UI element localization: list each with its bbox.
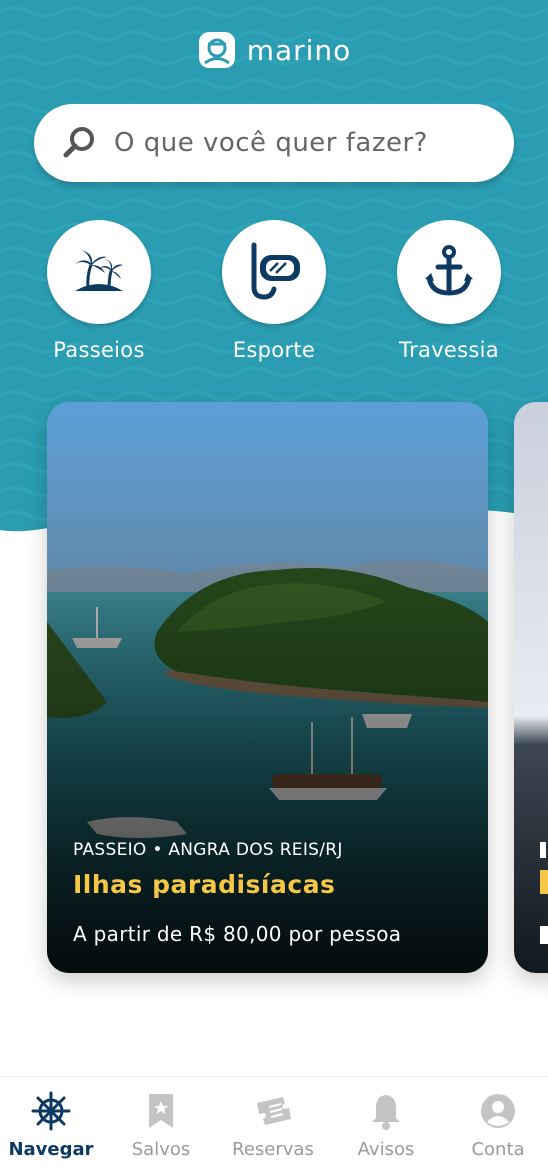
- ticket-icon: [257, 1097, 291, 1125]
- category-circle: [397, 220, 501, 324]
- tab-avisos[interactable]: Avisos: [331, 1091, 441, 1160]
- bookmark-icon: [149, 1094, 173, 1128]
- tour-kicker: PASSEIO • ANGRA DOS REIS/RJ: [73, 840, 343, 860]
- tab-conta[interactable]: Conta: [443, 1091, 548, 1160]
- tab-label: Navegar: [8, 1139, 94, 1160]
- category-esporte[interactable]: Esporte: [194, 220, 354, 362]
- tab-navegar[interactable]: Navegar: [0, 1091, 106, 1160]
- anchor-icon: [425, 245, 473, 296]
- category-circle: [47, 220, 151, 324]
- search-icon: [63, 127, 94, 158]
- tab-label: Conta: [471, 1139, 525, 1160]
- tour-title: Ilhas paradisíacas: [73, 870, 336, 899]
- tour-card-next[interactable]: [514, 402, 548, 973]
- tab-reservas[interactable]: Reservas: [218, 1091, 328, 1160]
- bottom-tab-bar: Navegar Salvos Reservas Avisos Conta: [0, 1076, 548, 1169]
- bell-icon: [372, 1095, 400, 1130]
- category-travessia[interactable]: Travessia: [369, 220, 529, 362]
- palm-island-icon: [74, 250, 123, 291]
- logo-text: marino: [246, 33, 352, 67]
- tab-label: Salvos: [131, 1139, 191, 1160]
- category-circle: [222, 220, 326, 324]
- tour-photo-next: [514, 402, 548, 973]
- tab-label: Reservas: [232, 1139, 314, 1160]
- tab-label: Avisos: [357, 1139, 415, 1160]
- search-bar[interactable]: O que você quer fazer?: [34, 104, 514, 182]
- search-placeholder: O que você quer fazer?: [114, 128, 428, 158]
- tab-salvos[interactable]: Salvos: [106, 1091, 216, 1160]
- app-logo: marino: [0, 30, 548, 70]
- category-label: Passeios: [53, 338, 145, 362]
- helm-icon: [31, 1091, 71, 1131]
- category-passeios[interactable]: Passeios: [19, 220, 179, 362]
- tour-card[interactable]: PASSEIO • ANGRA DOS REIS/RJ Ilhas paradi…: [47, 402, 488, 973]
- snorkel-mask-icon: [251, 242, 300, 300]
- category-label: Esporte: [232, 338, 316, 362]
- captain-logo-icon: [198, 32, 235, 68]
- tour-price: A partir de R$ 80,00 por pessoa: [73, 922, 402, 946]
- category-label: Travessia: [399, 338, 499, 362]
- user-icon: [481, 1094, 515, 1128]
